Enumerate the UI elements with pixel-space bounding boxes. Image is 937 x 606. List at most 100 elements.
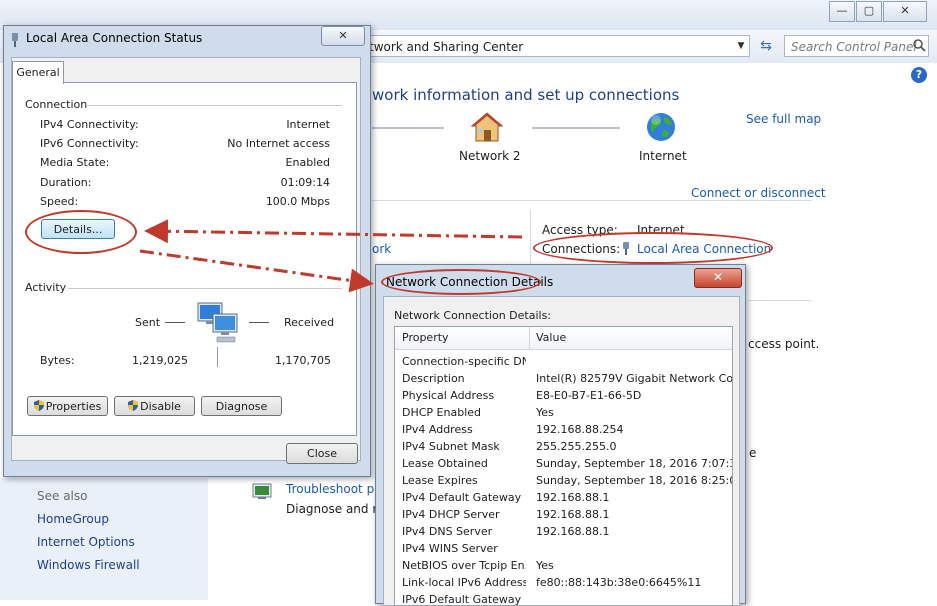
value-cell: 192.168.88.1 bbox=[536, 508, 610, 521]
refresh-icon[interactable]: ⇆ bbox=[755, 35, 777, 57]
windows-firewall-link[interactable]: Windows Firewall bbox=[37, 558, 140, 572]
annotation-ellipse bbox=[533, 232, 773, 264]
activity-line bbox=[249, 322, 269, 323]
media-state-value: Enabled bbox=[285, 156, 330, 169]
search-icon[interactable] bbox=[912, 38, 926, 52]
bytes-label: Bytes: bbox=[40, 354, 75, 367]
property-cell: IPv4 DHCP Server bbox=[402, 508, 500, 521]
list-item[interactable]: Description Intel(R) 82579V Gigabit Netwo… bbox=[395, 370, 732, 387]
ipv6-connectivity-value: No Internet access bbox=[227, 137, 330, 150]
access-point-text: ccess point. bbox=[748, 337, 820, 351]
details-subtitle: Network Connection Details: bbox=[394, 309, 552, 322]
property-cell: Link-local IPv6 Address bbox=[402, 576, 526, 589]
activity-divider bbox=[217, 347, 218, 367]
list-item[interactable]: Link-local IPv6 Address fe80::88:143b:38e… bbox=[395, 574, 732, 591]
properties-button[interactable]: Properties bbox=[27, 396, 108, 416]
property-cell: Lease Obtained bbox=[402, 457, 488, 470]
see-also-heading: See also bbox=[37, 489, 88, 503]
bytes-sent-value: 1,219,025 bbox=[132, 354, 188, 367]
house-network-icon bbox=[470, 111, 504, 143]
list-item[interactable]: DHCP Enabled Yes bbox=[395, 404, 732, 421]
help-icon[interactable]: ? bbox=[911, 67, 927, 83]
media-state-label: Media State: bbox=[40, 156, 110, 169]
value-cell: Yes bbox=[536, 559, 554, 572]
list-item[interactable]: Lease Expires Sunday, September 18, 2016 … bbox=[395, 472, 732, 489]
close-button[interactable]: Close bbox=[286, 443, 358, 464]
property-cell: DHCP Enabled bbox=[402, 406, 482, 419]
value-cell: Sunday, September 18, 2016 7:07:35 AM bbox=[536, 457, 732, 470]
property-cell: IPv4 WINS Server bbox=[402, 542, 498, 555]
property-cell: Physical Address bbox=[402, 389, 495, 402]
value-cell: 192.168.88.254 bbox=[536, 423, 624, 436]
list-header: Property Value bbox=[395, 327, 732, 350]
column-separator[interactable] bbox=[529, 327, 530, 349]
column-header-property[interactable]: Property bbox=[402, 331, 449, 344]
property-cell: IPv4 Subnet Mask bbox=[402, 440, 500, 453]
partial-text: e bbox=[749, 446, 757, 460]
list-item[interactable]: IPv4 Default Gateway 192.168.88.1 bbox=[395, 489, 732, 506]
network-name-label: Network 2 bbox=[459, 149, 521, 163]
connect-or-disconnect-link[interactable]: Connect or disconnect bbox=[691, 186, 826, 200]
tab-panel bbox=[12, 82, 357, 436]
received-label: Received bbox=[284, 316, 335, 329]
speed-label: Speed: bbox=[40, 195, 79, 208]
list-item[interactable]: IPv4 WINS Server bbox=[395, 540, 732, 557]
window-close-button[interactable]: ✕ bbox=[883, 1, 927, 22]
property-cell: Lease Expires bbox=[402, 474, 478, 487]
tab-general[interactable]: General bbox=[12, 61, 64, 84]
internet-globe-icon bbox=[645, 111, 677, 143]
troubleshoot-problems-link[interactable]: Troubleshoot pro bbox=[286, 482, 386, 496]
maximize-button[interactable]: ▢ bbox=[856, 1, 882, 22]
page-heading: work information and set up connections bbox=[372, 86, 680, 104]
property-cell: IPv4 DNS Server bbox=[402, 525, 493, 538]
list-item[interactable]: Lease Obtained Sunday, September 18, 2016… bbox=[395, 455, 732, 472]
details-list[interactable]: Property Value Connection-specific DN...… bbox=[394, 326, 733, 606]
duration-label: Duration: bbox=[40, 176, 92, 189]
list-item[interactable]: IPv4 DNS Server 192.168.88.1 bbox=[395, 523, 732, 540]
ipv4-connectivity-label: IPv4 Connectivity: bbox=[40, 118, 139, 131]
minimize-button[interactable]: — bbox=[829, 1, 855, 22]
network-link-partial[interactable]: ork bbox=[372, 242, 391, 256]
value-cell: fe80::88:143b:38e0:6645%11 bbox=[536, 576, 702, 589]
disable-button[interactable]: Disable bbox=[114, 396, 195, 416]
list-item[interactable]: IPv6 Default Gateway bbox=[395, 591, 732, 605]
list-item[interactable]: IPv4 Subnet Mask 255.255.255.0 bbox=[395, 438, 732, 455]
activity-line bbox=[165, 322, 185, 323]
address-bar[interactable]: twork and Sharing Center bbox=[362, 35, 750, 57]
value-cell: 192.168.88.1 bbox=[536, 491, 610, 504]
group-divider bbox=[86, 105, 342, 106]
homegroup-link[interactable]: HomeGroup bbox=[37, 512, 109, 526]
value-cell: 192.168.88.1 bbox=[536, 525, 610, 538]
list-item[interactable]: IPv4 DHCP Server 192.168.88.1 bbox=[395, 506, 732, 523]
value-cell: E8-E0-B7-E1-66-5D bbox=[536, 389, 642, 402]
ethernet-plug-icon bbox=[10, 32, 20, 47]
list-item[interactable]: Physical Address E8-E0-B7-E1-66-5D bbox=[395, 387, 732, 404]
details-dialog-close-button[interactable]: ✕ bbox=[694, 268, 742, 288]
value-cell: Sunday, September 18, 2016 8:25:07 AM bbox=[536, 474, 732, 487]
status-dialog-close-button[interactable]: ✕ bbox=[321, 26, 365, 46]
section-divider bbox=[748, 300, 812, 301]
properties-button-label: Properties bbox=[45, 400, 102, 413]
troubleshoot-icon bbox=[252, 482, 272, 500]
search-input[interactable]: Search Control Panel bbox=[784, 35, 929, 57]
internet-options-link[interactable]: Internet Options bbox=[37, 535, 135, 549]
property-cell: Description bbox=[402, 372, 465, 385]
address-dropdown-icon[interactable]: ▼ bbox=[734, 36, 748, 56]
value-cell: 255.255.255.0 bbox=[536, 440, 617, 453]
value-cell: Yes bbox=[536, 406, 554, 419]
map-connector-line bbox=[372, 127, 444, 129]
duration-value: 01:09:14 bbox=[280, 176, 330, 189]
property-cell: NetBIOS over Tcpip En... bbox=[402, 559, 526, 572]
property-cell: IPv4 Address bbox=[402, 423, 473, 436]
annotation-ellipse bbox=[381, 269, 541, 295]
internet-label: Internet bbox=[639, 149, 687, 163]
sent-label: Sent bbox=[135, 316, 161, 329]
list-item[interactable]: NetBIOS over Tcpip En... Yes bbox=[395, 557, 732, 574]
list-item[interactable]: Connection-specific DN... bbox=[395, 353, 732, 370]
list-item[interactable]: IPv4 Address 192.168.88.254 bbox=[395, 421, 732, 438]
column-header-value[interactable]: Value bbox=[536, 331, 566, 344]
diagnose-button[interactable]: Diagnose bbox=[201, 396, 282, 416]
activity-group-title: Activity bbox=[25, 281, 67, 294]
see-full-map-link[interactable]: See full map bbox=[746, 112, 821, 126]
uac-shield-icon bbox=[33, 398, 44, 411]
